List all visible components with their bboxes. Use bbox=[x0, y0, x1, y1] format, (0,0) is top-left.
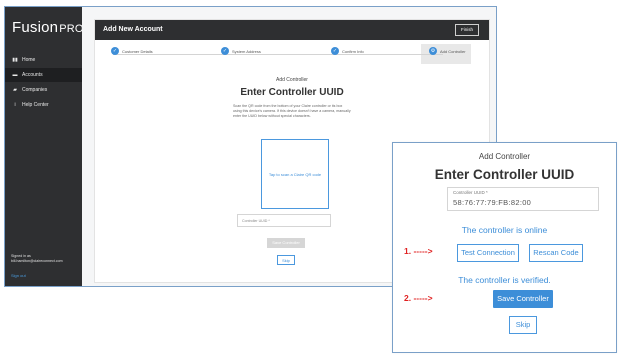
check-icon: ✓ bbox=[221, 47, 229, 55]
test-connection-button[interactable]: Test Connection bbox=[457, 244, 519, 262]
step-customer-details[interactable]: ✓ Customer Details bbox=[111, 47, 153, 55]
step-add-controller[interactable]: ⚙ Add Controller bbox=[429, 47, 466, 55]
info-icon: i bbox=[14, 102, 16, 108]
skip-button[interactable]: Skip bbox=[277, 255, 295, 265]
uuid-input[interactable]: Controller UUID * bbox=[237, 214, 331, 227]
sidebar-item-help-center[interactable]: i Help Center bbox=[5, 98, 82, 112]
callout-title: Enter Controller UUID bbox=[434, 167, 575, 182]
check-icon: ✓ bbox=[331, 47, 339, 55]
uuid-field-value[interactable]: 58:76:77:79:FB:82:00 bbox=[453, 198, 531, 207]
folder-icon: ▬ bbox=[12, 72, 18, 78]
step-label: Customer Details bbox=[122, 48, 153, 54]
qr-scan-area[interactable]: Tap to scan a Claire QR code bbox=[261, 139, 329, 209]
sidebar-item-companies[interactable]: ▰ Companies bbox=[5, 83, 82, 97]
annotation-step-1: 1. -----> bbox=[404, 246, 433, 256]
annotation-step-2: 2. -----> bbox=[404, 293, 433, 303]
sidebar-nav: ▮▮ Home ▬ Accounts ▰ Companies i Help Ce… bbox=[5, 53, 82, 113]
uuid-field[interactable]: Controller UUID * 58:76:77:79:FB:82:00 bbox=[447, 187, 599, 211]
wizard-steps: ✓ Customer Details ✓ System Address ✓ Co… bbox=[95, 42, 489, 68]
signed-in-user: bill.hamilton@claireconnect.com bbox=[11, 259, 63, 263]
logo-pro: PRO bbox=[59, 23, 84, 35]
uuid-field-label: Controller UUID * bbox=[453, 190, 488, 195]
online-status: The controller is online bbox=[461, 225, 548, 235]
logo-main: Fusion bbox=[12, 19, 59, 36]
sidebar-item-label: Companies bbox=[22, 87, 48, 93]
scan-prompt: Tap to scan a Claire QR code bbox=[268, 171, 322, 177]
section-subtitle: Add Controller bbox=[276, 77, 308, 83]
app-logo: FusionPRO bbox=[12, 19, 84, 36]
step-label: Add Controller bbox=[440, 48, 466, 54]
signed-in-info: Signed in as bill.hamilton@claireconnect… bbox=[11, 254, 63, 264]
finish-button[interactable]: Finish bbox=[454, 24, 479, 36]
sidebar-item-label: Accounts bbox=[22, 72, 43, 78]
verified-status: The controller is verified. bbox=[458, 275, 551, 285]
step-label: Confirm Info bbox=[342, 48, 364, 54]
section-title: Enter Controller UUID bbox=[240, 87, 344, 98]
rescan-code-button[interactable]: Rescan Code bbox=[529, 244, 583, 262]
bar-chart-icon: ▮▮ bbox=[12, 57, 18, 63]
save-controller-button[interactable]: Save Controller bbox=[493, 290, 553, 308]
save-controller-button[interactable]: Save Controller bbox=[267, 238, 305, 248]
step-system-address[interactable]: ✓ System Address bbox=[221, 47, 261, 55]
building-icon: ▰ bbox=[13, 87, 17, 93]
callout-subtitle: Add Controller bbox=[478, 152, 531, 161]
step-confirm-info[interactable]: ✓ Confirm Info bbox=[331, 47, 364, 55]
sidebar: FusionPRO ▮▮ Home ▬ Accounts ▰ Companies… bbox=[5, 7, 84, 286]
sign-out-link[interactable]: Sign out bbox=[11, 273, 26, 278]
sidebar-item-home[interactable]: ▮▮ Home bbox=[5, 53, 82, 67]
check-icon: ✓ bbox=[111, 47, 119, 55]
sidebar-item-label: Home bbox=[22, 57, 36, 63]
skip-button[interactable]: Skip bbox=[509, 316, 537, 334]
sidebar-item-label: Help Center bbox=[22, 102, 49, 108]
panel-title: Add New Account bbox=[103, 26, 163, 33]
sidebar-item-accounts[interactable]: ▬ Accounts bbox=[5, 68, 82, 82]
step-label: System Address bbox=[232, 48, 261, 54]
gear-icon: ⚙ bbox=[429, 47, 437, 55]
scan-instructions: Scan the QR code from the bottom of your… bbox=[233, 104, 351, 118]
steps-connector bbox=[113, 54, 443, 55]
panel-header: Add New Account Finish bbox=[95, 20, 489, 40]
